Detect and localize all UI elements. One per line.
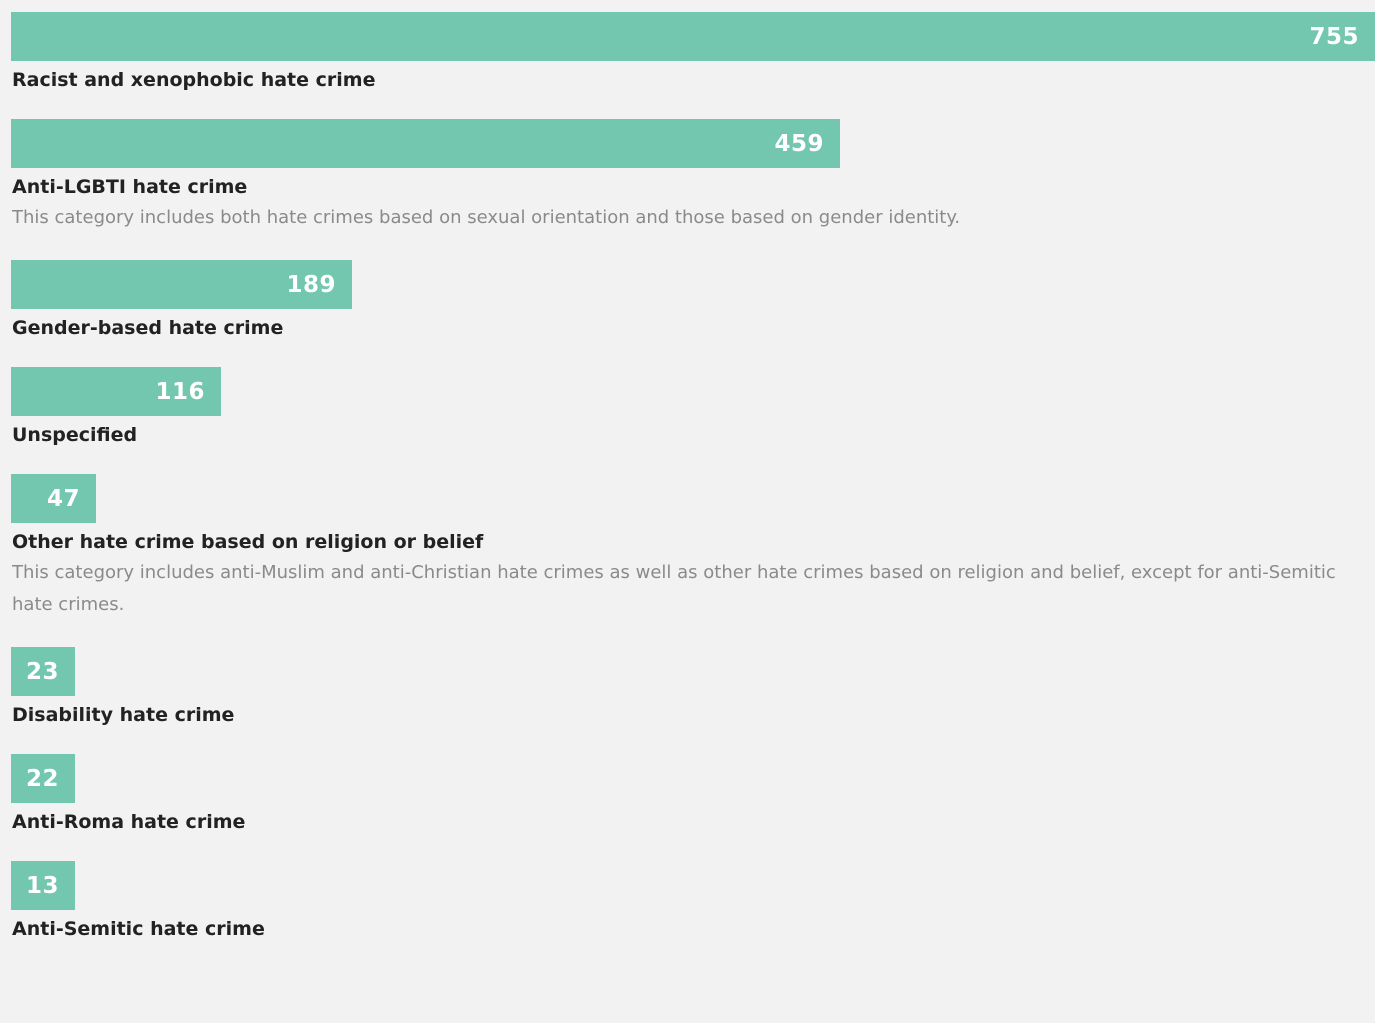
category-label: Anti-Semitic hate crime [12, 918, 265, 940]
bar: 13 [11, 861, 75, 910]
category-note: This category includes both hate crimes … [12, 207, 961, 228]
bar-value-label: 47 [46, 485, 80, 512]
bar-value-label: 755 [1309, 23, 1359, 50]
category-label: Disability hate crime [12, 704, 235, 726]
category-note: This category includes anti-Muslim and a… [12, 562, 1336, 615]
category-label: Other hate crime based on religion or be… [12, 531, 484, 553]
bar: 47 [11, 474, 96, 523]
bar: 755 [11, 12, 1375, 61]
bar-value-label: 23 [25, 658, 59, 685]
bar: 23 [11, 647, 75, 696]
category-label: Unspecified [12, 424, 138, 446]
bar-value-label: 116 [155, 378, 205, 405]
bar-value-label: 22 [25, 765, 59, 792]
bar: 459 [11, 119, 840, 168]
bar: 22 [11, 754, 75, 803]
hate-crime-bar-chart: 755 Racist and xenophobic hate crime 459 An… [0, 0, 1375, 1023]
bar: 189 [11, 260, 352, 309]
category-label: Anti-Roma hate crime [12, 811, 246, 833]
category-label: Gender-based hate crime [12, 317, 284, 339]
category-label: Anti-LGBTI hate crime [12, 176, 248, 198]
bar-value-label: 459 [774, 130, 824, 157]
bar: 116 [11, 367, 221, 416]
bar-value-label: 13 [25, 872, 59, 899]
bar-value-label: 189 [286, 271, 336, 298]
category-label: Racist and xenophobic hate crime [12, 69, 376, 91]
